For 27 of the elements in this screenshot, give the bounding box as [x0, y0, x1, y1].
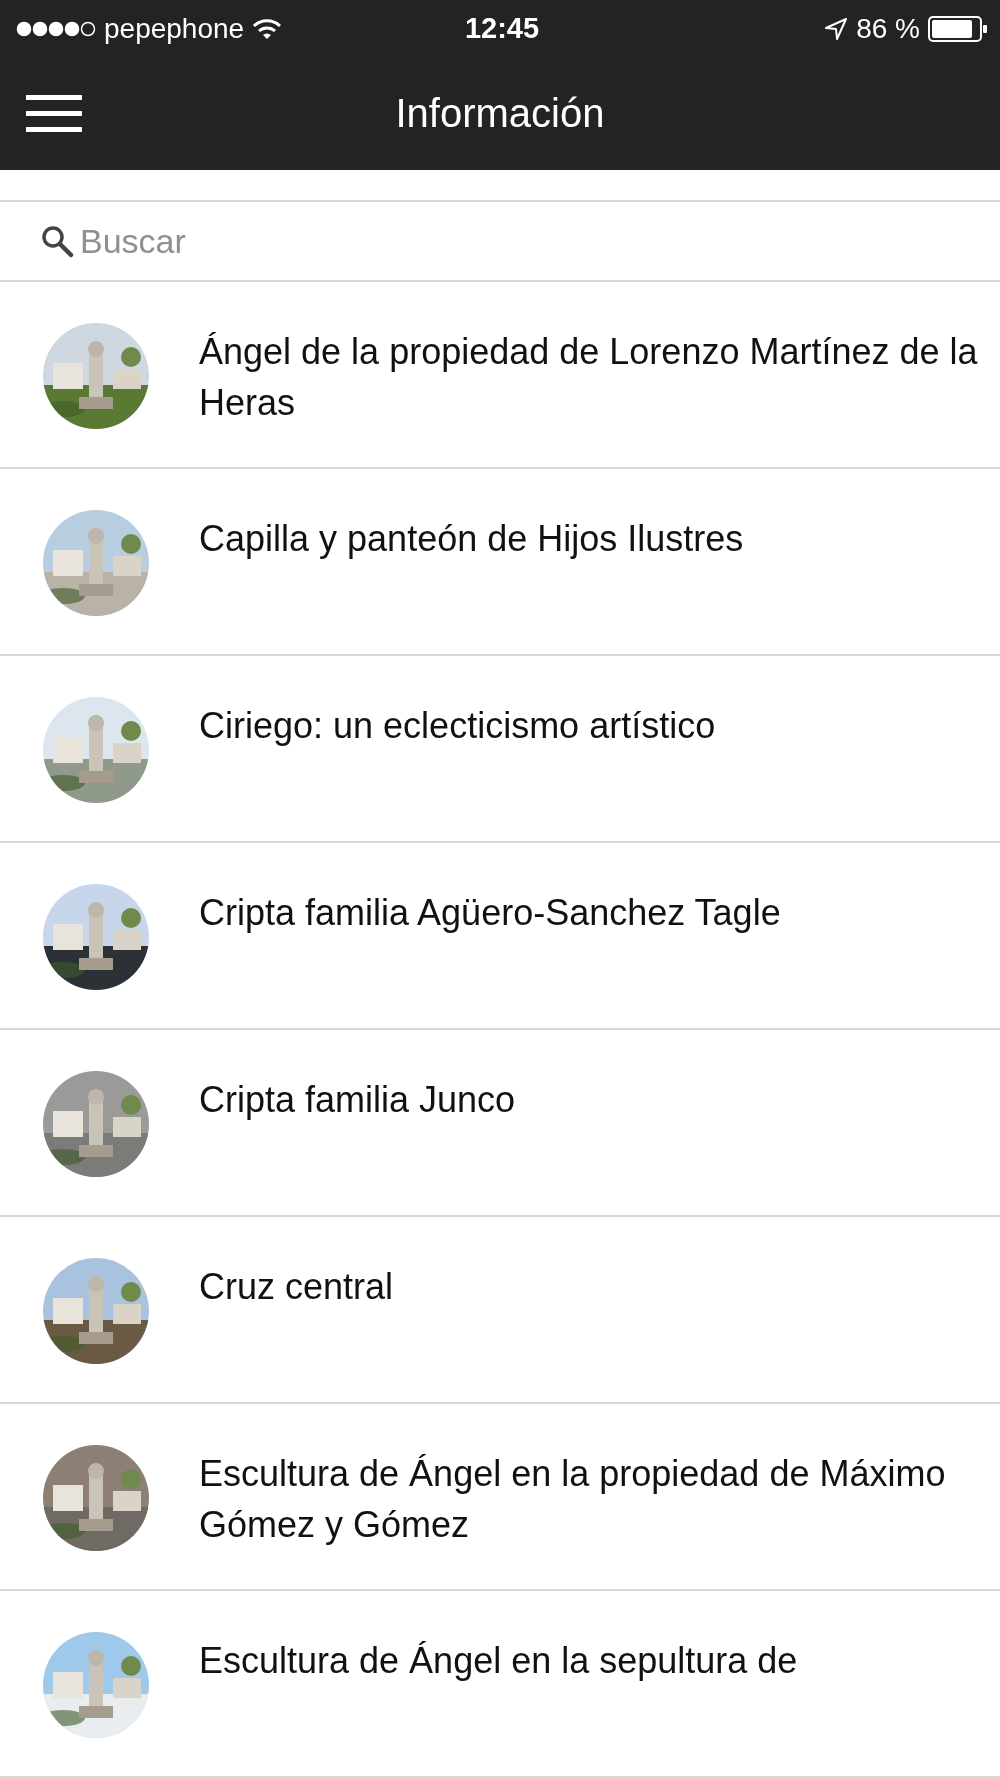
item-title: Escultura de Ángel en la sepultura de — [199, 1639, 798, 1683]
location-icon — [824, 16, 849, 41]
list-item[interactable]: Cripta familia Junco — [0, 1030, 1000, 1217]
item-title: Capilla y panteón de Hijos Ilustres — [199, 517, 744, 561]
battery-icon — [928, 15, 988, 42]
search-field[interactable]: Buscar — [78, 220, 682, 262]
signal-icon — [16, 20, 96, 37]
item-title: Cruz central — [199, 1265, 394, 1309]
item-title: Cripta familia Junco — [199, 1078, 516, 1122]
wifi-icon — [252, 17, 283, 40]
list-item[interactable]: Capilla y panteón de Hijos Ilustres — [0, 469, 1000, 656]
list-item[interactable]: Cripta familia Agüero-Sanchez Tagle — [0, 843, 1000, 1030]
list-item[interactable]: Escultura de Ángel en la sepultura de — [0, 1591, 1000, 1778]
status-time: 12:45 — [464, 12, 540, 45]
list-item[interactable]: Escultura de Ángel en la propiedad de Máximo Gómez y Gómez — [0, 1404, 1000, 1591]
nav-title: Información — [395, 91, 605, 136]
menu-button[interactable] — [26, 92, 82, 135]
item-title: Ángel de la propiedad de Lorenzo Martínez de la Heras — [199, 330, 979, 425]
list-item[interactable]: Ángel de la propiedad de Lorenzo Martínez de la Heras — [0, 282, 1000, 469]
battery-percent: 86 % — [856, 12, 920, 45]
search-icon — [40, 224, 74, 259]
list-item[interactable]: Ciriego: un eclecticismo artístico — [0, 656, 1000, 843]
item-title: Cripta familia Agüero-Sanchez Tagle — [199, 891, 781, 935]
list-item[interactable]: Cruz central — [0, 1217, 1000, 1404]
item-title: Escultura de Ángel en la propiedad de Máximo Gómez y Gómez — [199, 1452, 947, 1547]
item-title: Ciriego: un eclecticismo artístico — [199, 704, 716, 748]
carrier-name: pepephone — [104, 12, 245, 45]
